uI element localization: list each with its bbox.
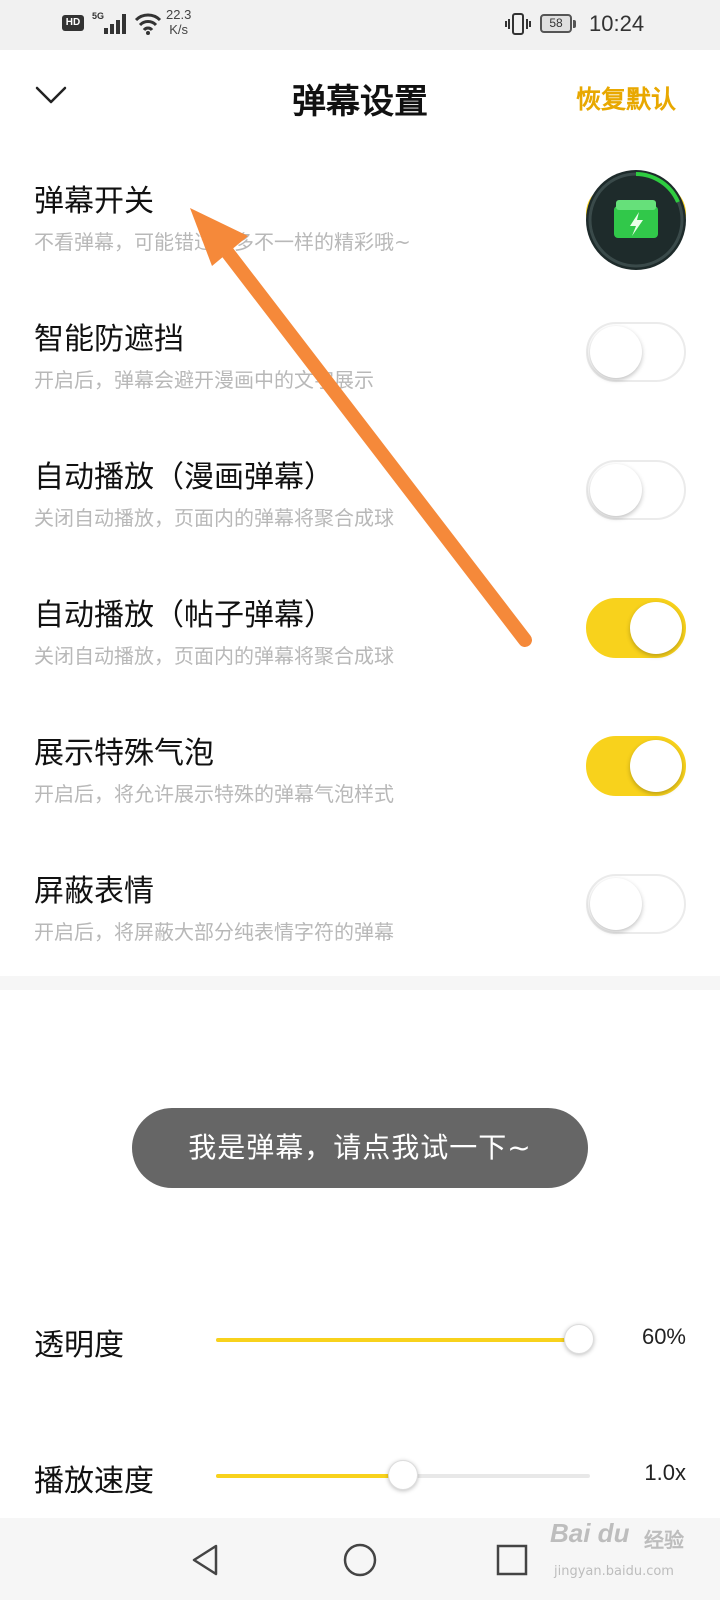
toggle-knob (630, 740, 682, 792)
status-bar: HD 5G 22.3 K/s 58 10:24 (0, 0, 720, 50)
network-speed: 22.3 K/s (166, 7, 191, 37)
setting-row-special-bubble: 展示特殊气泡 开启后，将允许展示特殊的弹幕气泡样式 (0, 698, 720, 836)
danmaku-preview-bubble[interactable]: 我是弹幕，请点我试一下~ (132, 1108, 588, 1188)
slider-thumb[interactable] (388, 1460, 418, 1490)
setting-title: 屏蔽表情 (34, 874, 154, 909)
toggle-block-emoji[interactable] (586, 874, 686, 934)
battery-icon: 58 (540, 14, 576, 33)
setting-row-block-emoji: 屏蔽表情 开启后，将屏蔽大部分纯表情字符的弹幕 (0, 836, 720, 974)
watermark-brand: Bai du (550, 1518, 630, 1548)
opacity-slider-row: 透明度 60% (0, 1310, 720, 1370)
clock: 10:24 (589, 11, 645, 36)
recents-square-icon[interactable] (492, 1540, 532, 1580)
wifi-icon (134, 13, 162, 35)
app-header: 弹幕设置 恢复默认 (0, 50, 720, 146)
setting-row-autoplay-comic: 自动播放（漫画弹幕） 关闭自动播放，页面内的弹幕将聚合成球 (0, 422, 720, 560)
toggle-knob (630, 602, 682, 654)
hd-badge: HD (62, 15, 84, 31)
toggle-knob (590, 878, 642, 930)
baidu-watermark: Bai du 经验 jingyan.baidu.com (548, 1514, 708, 1594)
toggle-smart-anti-block[interactable] (586, 322, 686, 382)
opacity-label: 透明度 (34, 1328, 124, 1363)
setting-row-autoplay-post: 自动播放（帖子弹幕） 关闭自动播放，页面内的弹幕将聚合成球 (0, 560, 720, 698)
slider-thumb[interactable] (563, 1324, 594, 1354)
setting-title: 展示特殊气泡 (34, 736, 214, 771)
speed-value: 1.0x (644, 1460, 686, 1485)
section-divider (0, 976, 720, 990)
home-circle-icon[interactable] (340, 1540, 380, 1580)
watermark-sub: 经验 (644, 1528, 684, 1552)
settings-list: 弹幕开关 不看弹幕，可能错过很多不一样的精彩哦~ 智能防遮挡 开启后，弹幕会避开… (0, 146, 720, 974)
setting-title: 智能防遮挡 (34, 322, 184, 357)
slider-fill (216, 1474, 403, 1478)
toggle-knob (590, 464, 642, 516)
toggle-knob (590, 326, 642, 378)
setting-description: 关闭自动播放，页面内的弹幕将聚合成球 (34, 644, 394, 668)
slider-fill (216, 1338, 579, 1342)
setting-title: 弹幕开关 (34, 184, 154, 219)
vibrate-icon (505, 13, 531, 35)
setting-description: 关闭自动播放，页面内的弹幕将聚合成球 (34, 506, 394, 530)
setting-description: 开启后，弹幕会避开漫画中的文字展示 (34, 368, 374, 392)
opacity-value: 60% (641, 1324, 686, 1349)
setting-title: 自动播放（漫画弹幕） (34, 460, 334, 495)
floating-booster-icon[interactable] (586, 170, 686, 270)
speed-slider-row: 播放速度 1.0x (0, 1446, 720, 1506)
speed-slider[interactable] (216, 1460, 590, 1490)
toggle-autoplay-post[interactable] (586, 598, 686, 658)
back-triangle-icon[interactable] (186, 1540, 226, 1580)
setting-description: 不看弹幕，可能错过很多不一样的精彩哦~ (34, 230, 411, 254)
speed-unit: K/s (169, 22, 189, 37)
signal-icon (98, 14, 126, 34)
speed-label: 播放速度 (34, 1464, 154, 1499)
toggle-autoplay-comic[interactable] (586, 460, 686, 520)
battery-booster-icon (588, 172, 684, 268)
reset-default-button[interactable]: 恢复默认 (576, 80, 676, 116)
setting-row-smart-anti-block: 智能防遮挡 开启后，弹幕会避开漫画中的文字展示 (0, 284, 720, 422)
watermark-url: jingyan.baidu.com (554, 1564, 674, 1579)
setting-description: 开启后，将屏蔽大部分纯表情字符的弹幕 (34, 920, 394, 944)
setting-title: 自动播放（帖子弹幕） (34, 598, 334, 633)
speed-value: 22.3 (166, 7, 192, 22)
toggle-special-bubble[interactable] (586, 736, 686, 796)
opacity-slider[interactable] (216, 1324, 594, 1354)
setting-description: 开启后，将允许展示特殊的弹幕气泡样式 (34, 782, 394, 806)
